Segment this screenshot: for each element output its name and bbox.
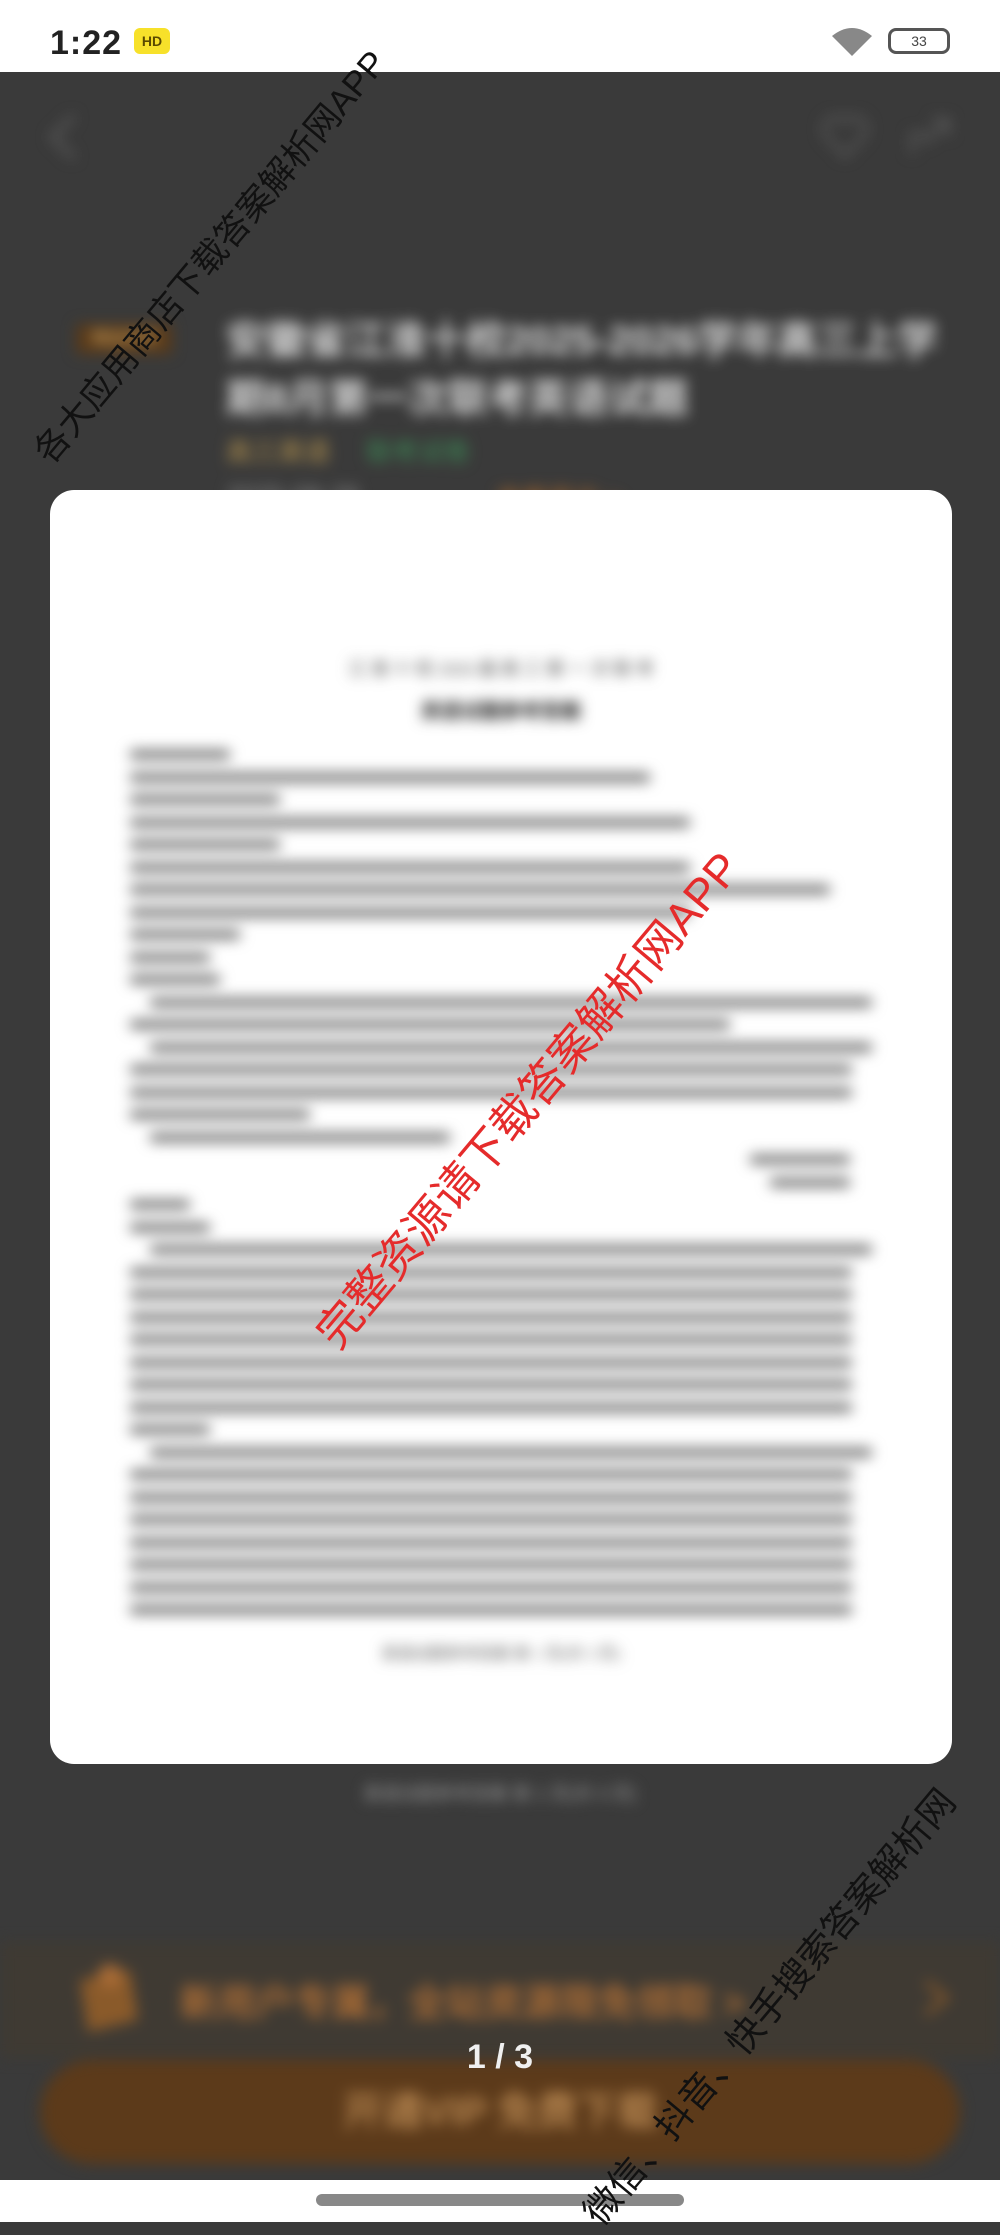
wifi-icon [832, 28, 872, 56]
preview-line [130, 1357, 852, 1367]
preview-line [130, 1402, 852, 1412]
preview-line [130, 862, 690, 872]
status-icons: 33 [830, 26, 960, 56]
preview-line [130, 1380, 852, 1389]
preview-line [130, 1110, 310, 1119]
page-footer-text: 英语试题参考答案 第 1 页(共 3 页) [363, 1784, 637, 1804]
preview-line [130, 817, 690, 827]
preview-line [130, 1290, 852, 1299]
preview-title: 英语试题参考答案 [421, 701, 581, 723]
promo-text: 新用户专属，全站资源限免领取 > [180, 1983, 745, 2025]
preview-line [130, 750, 230, 759]
preview-line [150, 1042, 872, 1052]
preview-line [130, 1200, 190, 1209]
preview-line [130, 1492, 852, 1502]
grade-label: 高三英语 [226, 437, 331, 467]
preview-line [150, 1447, 872, 1457]
preview-text-lines [130, 750, 872, 1630]
page-indicator: 1 / 3 [466, 2038, 534, 2076]
preview-line [130, 1537, 852, 1547]
battery-icon: 33 [888, 28, 950, 54]
preview-line [130, 1335, 852, 1344]
document-title: 安徽省江淮十校2025-2026学年高三上学期8月第一次联考英语试题 [226, 319, 938, 421]
preview-line [130, 1470, 852, 1479]
preview-line [130, 907, 690, 917]
preview-line [130, 1222, 210, 1232]
share-icon[interactable] [904, 112, 954, 162]
preview-line [130, 1065, 852, 1074]
chevron-right-icon [924, 1980, 950, 2016]
preview-line [130, 1425, 210, 1434]
preview-line [150, 1245, 872, 1254]
preview-line [130, 1312, 852, 1322]
preview-line [130, 1515, 852, 1524]
preview-line [770, 1177, 850, 1187]
preview-line [130, 1605, 852, 1614]
hd-badge: HD [134, 28, 170, 54]
gift-icon [80, 1964, 138, 2032]
preview-line [130, 1560, 852, 1569]
preview-line [130, 840, 280, 849]
preview-line [130, 952, 210, 962]
preview-footer: 英语试题参考答案 第 1 页(共 3 页) [381, 1646, 621, 1663]
preview-line [130, 772, 650, 782]
preview-line [130, 1267, 852, 1277]
preview-line [750, 1155, 850, 1164]
preview-line [150, 997, 872, 1007]
preview-line [150, 1132, 450, 1142]
preview-line [130, 795, 280, 804]
preview-exam-header: 江 淮 十 校 2026 届 高 三 第 一 次 联 考 [348, 659, 654, 679]
status-bar: 1:22 HD 33 [0, 0, 1000, 72]
preview-line [130, 1020, 730, 1029]
status-time: 1:22 [50, 24, 123, 62]
type-label: 联考试卷 [366, 437, 471, 467]
heart-icon[interactable] [820, 112, 870, 162]
preview-line [130, 975, 220, 984]
preview-line [130, 1582, 852, 1592]
preview-line [130, 930, 240, 939]
back-icon[interactable] [48, 112, 78, 162]
gesture-bar [0, 2180, 1000, 2222]
